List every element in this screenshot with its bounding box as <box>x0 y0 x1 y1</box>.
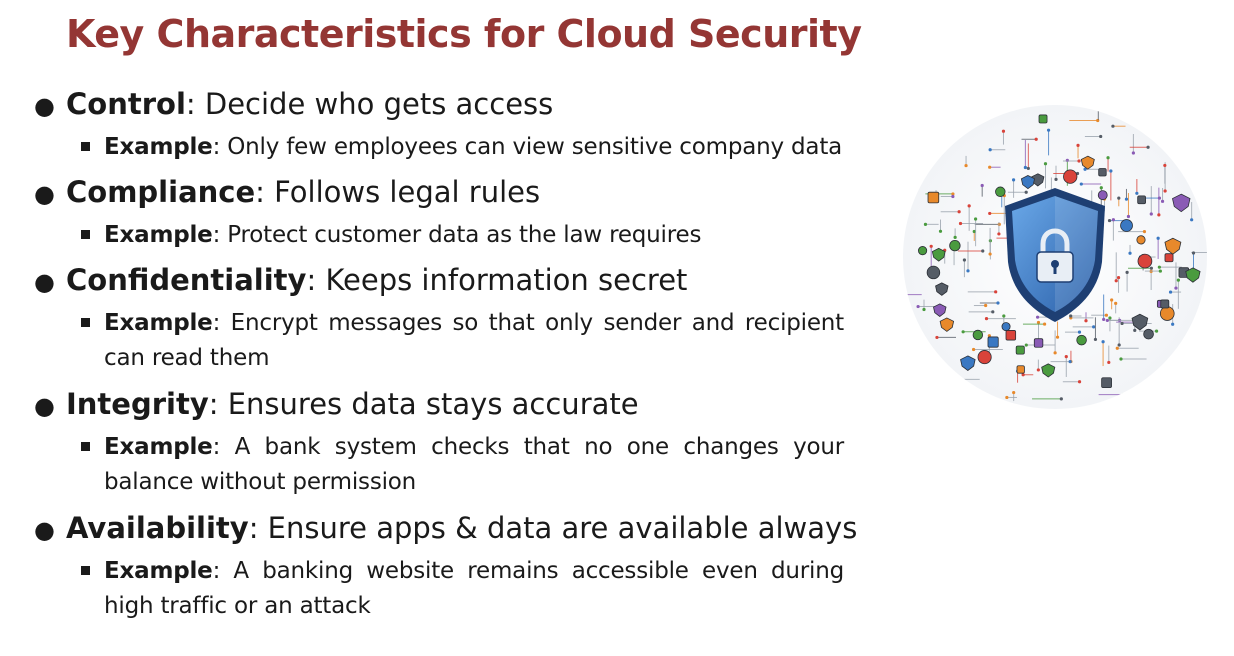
bullet-term: Control <box>66 87 186 121</box>
bullet-term: Confidentiality <box>66 263 307 297</box>
example-text: Example: Only few employees can view sen… <box>104 134 843 160</box>
example-text: Example: Encrypt messages so that only s… <box>104 310 844 371</box>
bullet-dot-icon: ● <box>34 180 55 208</box>
bullet-term: Compliance <box>66 175 256 209</box>
bullet-term: Integrity <box>66 387 209 421</box>
bullet-dot-icon: ● <box>34 268 55 296</box>
bullet-item-confidentiality: ● Confidentiality: Keeps information sec… <box>34 262 854 376</box>
bullet-description: : Ensure apps & data are available alway… <box>248 511 858 545</box>
bullet-term: Availability <box>66 511 249 545</box>
sub-bullet-square-icon <box>78 554 104 589</box>
bullet-description: : Follows legal rules <box>255 175 541 209</box>
bullet-item-availability: ● Availability: Ensure apps & data are a… <box>34 510 857 624</box>
example-text: Example: A banking website remains acces… <box>104 558 844 619</box>
bullet-description: : Keeps information secret <box>306 263 688 297</box>
bullet-dot-icon: ● <box>34 392 55 420</box>
example-text: Example: A bank system checks that no on… <box>104 434 844 495</box>
sub-bullet-square-icon <box>78 306 104 341</box>
sub-bullet-square-icon <box>78 218 104 253</box>
sub-bullet-square-icon <box>78 430 104 465</box>
bullet-item-compliance: ● Compliance: Follows legal rules Exampl… <box>34 174 854 253</box>
sub-bullet-square-icon <box>78 130 104 165</box>
bullet-description: : Decide who gets access <box>185 87 554 121</box>
bullet-item-integrity: ● Integrity: Ensures data stays accurate… <box>34 386 854 500</box>
security-shield-network-icon <box>903 105 1207 409</box>
bullet-item-control: ● Control: Decide who gets access Exampl… <box>34 86 854 165</box>
bullet-description: : Ensures data stays accurate <box>208 387 639 421</box>
bullet-dot-icon: ● <box>34 92 55 120</box>
slide-title: Key Characteristics for Cloud Security <box>66 12 862 56</box>
example-text: Example: Protect customer data as the la… <box>104 222 702 248</box>
bullet-dot-icon: ● <box>34 516 55 544</box>
